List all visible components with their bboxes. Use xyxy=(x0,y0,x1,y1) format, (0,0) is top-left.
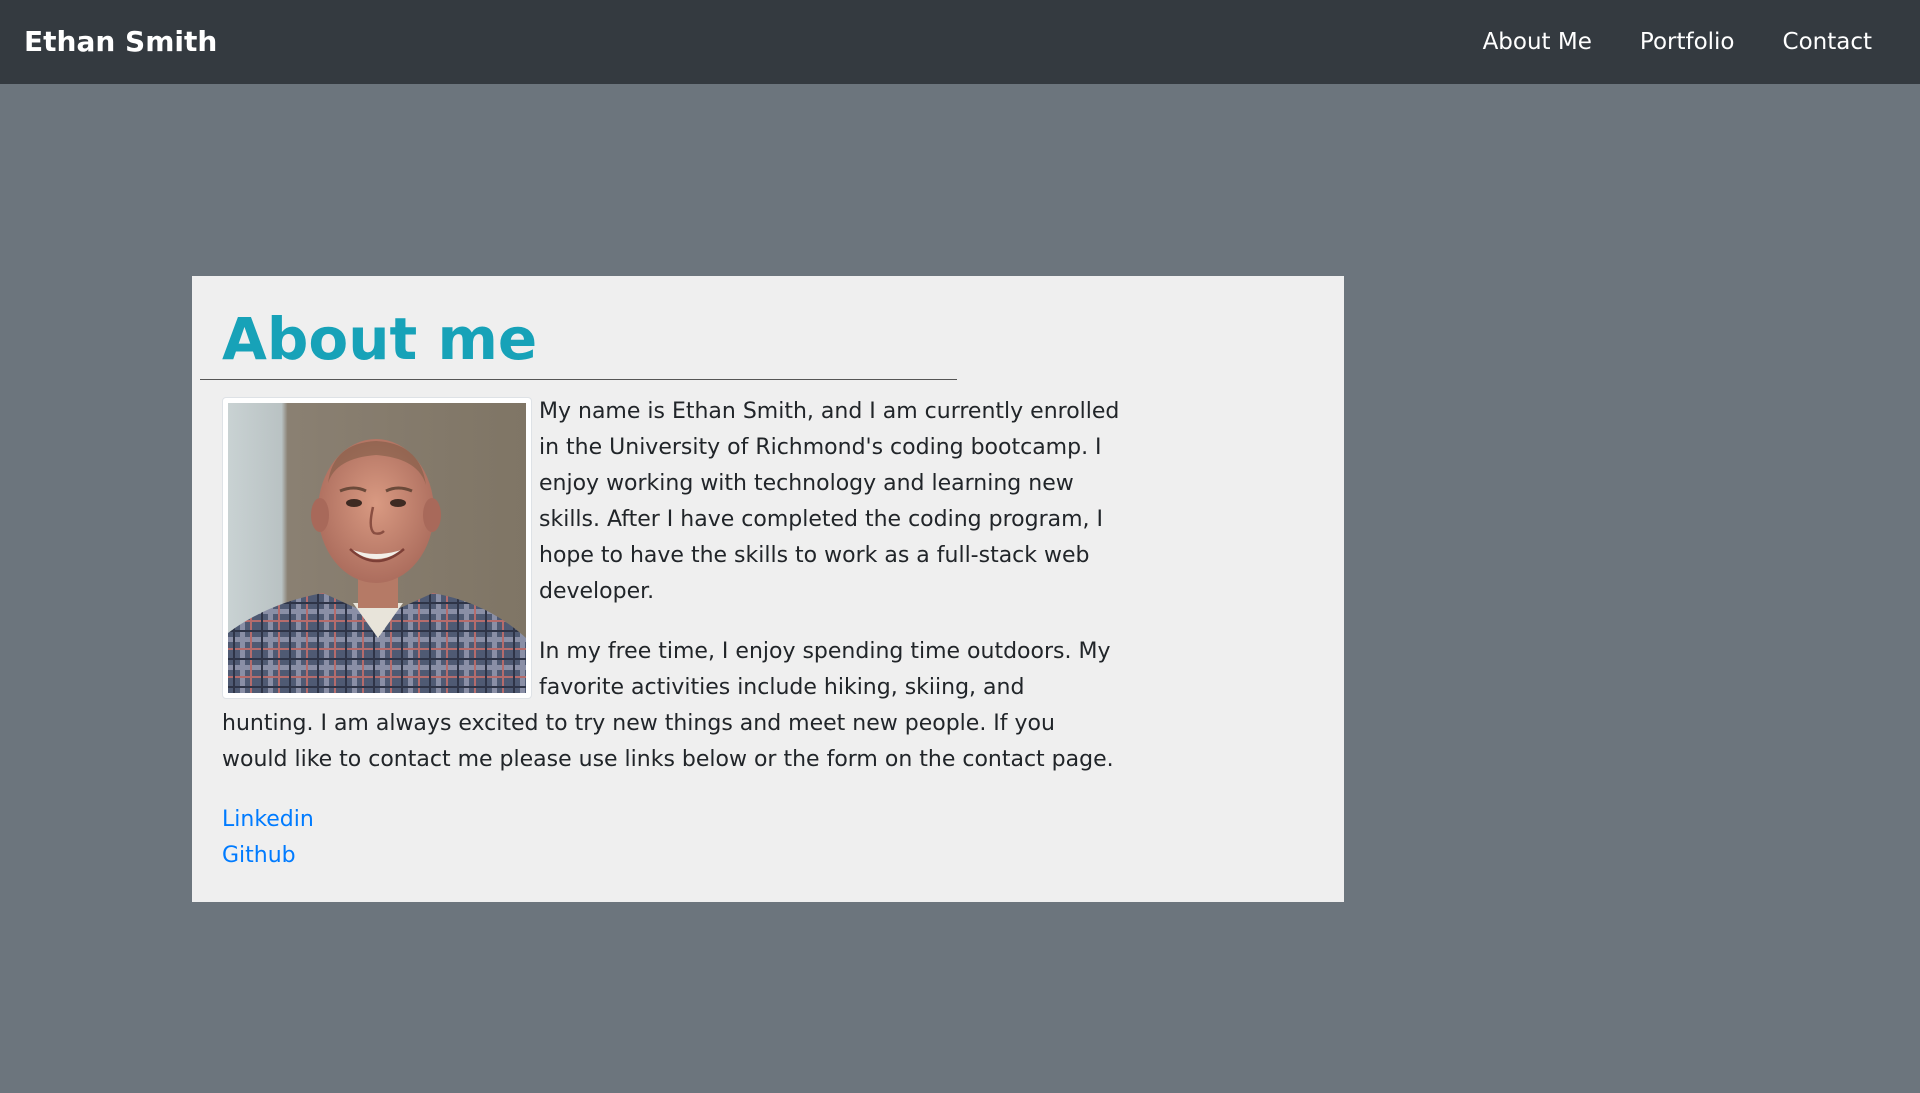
profile-photo-frame xyxy=(222,397,532,699)
about-heading: About me xyxy=(222,305,538,373)
about-card: About me My name is Ethan Smith, and I a… xyxy=(192,276,1344,902)
nav-link-about-me[interactable]: About Me xyxy=(1483,29,1592,55)
profile-photo xyxy=(228,403,526,693)
heading-divider xyxy=(200,379,957,380)
social-links: Linkedin Github xyxy=(222,802,1122,874)
brand-link[interactable]: Ethan Smith xyxy=(24,0,217,84)
linkedin-link[interactable]: Linkedin xyxy=(222,802,1122,838)
nav-links: About Me Portfolio Contact xyxy=(1435,0,1872,84)
nav-link-portfolio[interactable]: Portfolio xyxy=(1640,29,1735,55)
nav-link-contact[interactable]: Contact xyxy=(1783,29,1872,55)
navbar: Ethan Smith About Me Portfolio Contact xyxy=(0,0,1920,84)
about-content: My name is Ethan Smith, and I am current… xyxy=(222,394,1122,874)
github-link[interactable]: Github xyxy=(222,838,1122,874)
